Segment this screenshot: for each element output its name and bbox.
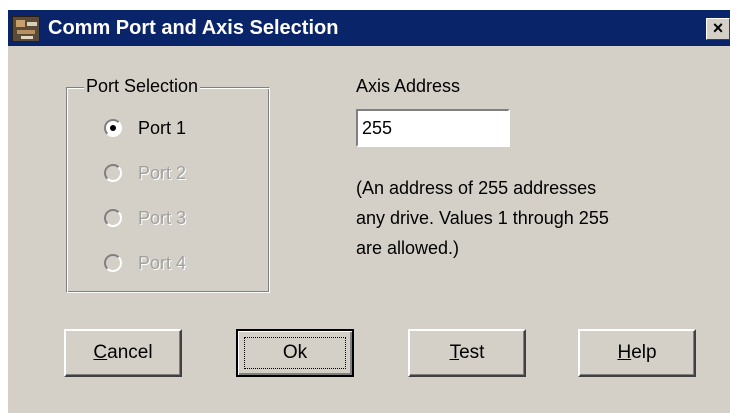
- ok-label: Ok: [282, 342, 308, 363]
- radio-checked-icon[interactable]: [104, 119, 122, 137]
- note-line: are allowed.): [356, 238, 460, 258]
- test-label: est: [459, 342, 485, 363]
- close-icon[interactable]: ×: [706, 18, 730, 40]
- radio-unchecked-icon: [104, 254, 122, 272]
- radio-unchecked-icon: [104, 164, 122, 182]
- axis-address-note: (An address of 255 addresses any drive. …: [356, 173, 706, 263]
- note-line: (An address of 255 addresses: [356, 178, 597, 198]
- title-bar[interactable]: Comm Port and Axis Selection: [8, 10, 730, 46]
- port-selection-title: Port Selection: [84, 75, 201, 97]
- radio-port-4-label: Port 4: [138, 253, 187, 273]
- help-label: elp: [631, 342, 657, 363]
- radio-port-2-label: Port 2: [138, 163, 187, 183]
- radio-port-1-label: Port 1: [138, 118, 187, 138]
- window-title: Comm Port and Axis Selection: [48, 17, 339, 39]
- help-button[interactable]: Help: [578, 329, 696, 377]
- radio-port-3-label: Port 3: [138, 208, 187, 228]
- help-mnemonic: H: [617, 342, 632, 363]
- test-mnemonic: T: [449, 342, 460, 363]
- axis-address-input[interactable]: [356, 109, 510, 147]
- dialog-window: Comm Port and Axis Selection × Port Sele…: [8, 10, 730, 413]
- axis-address-label: Axis Address: [356, 76, 461, 96]
- radio-unchecked-icon: [104, 209, 122, 227]
- cancel-label: ancel: [107, 342, 153, 363]
- cancel-mnemonic: C: [93, 342, 108, 363]
- cancel-button[interactable]: Cancel: [64, 329, 182, 377]
- app-icon: [12, 16, 40, 42]
- ok-button[interactable]: Ok: [236, 329, 354, 377]
- test-button[interactable]: Test: [408, 329, 526, 377]
- note-line: any drive. Values 1 through 255: [356, 208, 609, 228]
